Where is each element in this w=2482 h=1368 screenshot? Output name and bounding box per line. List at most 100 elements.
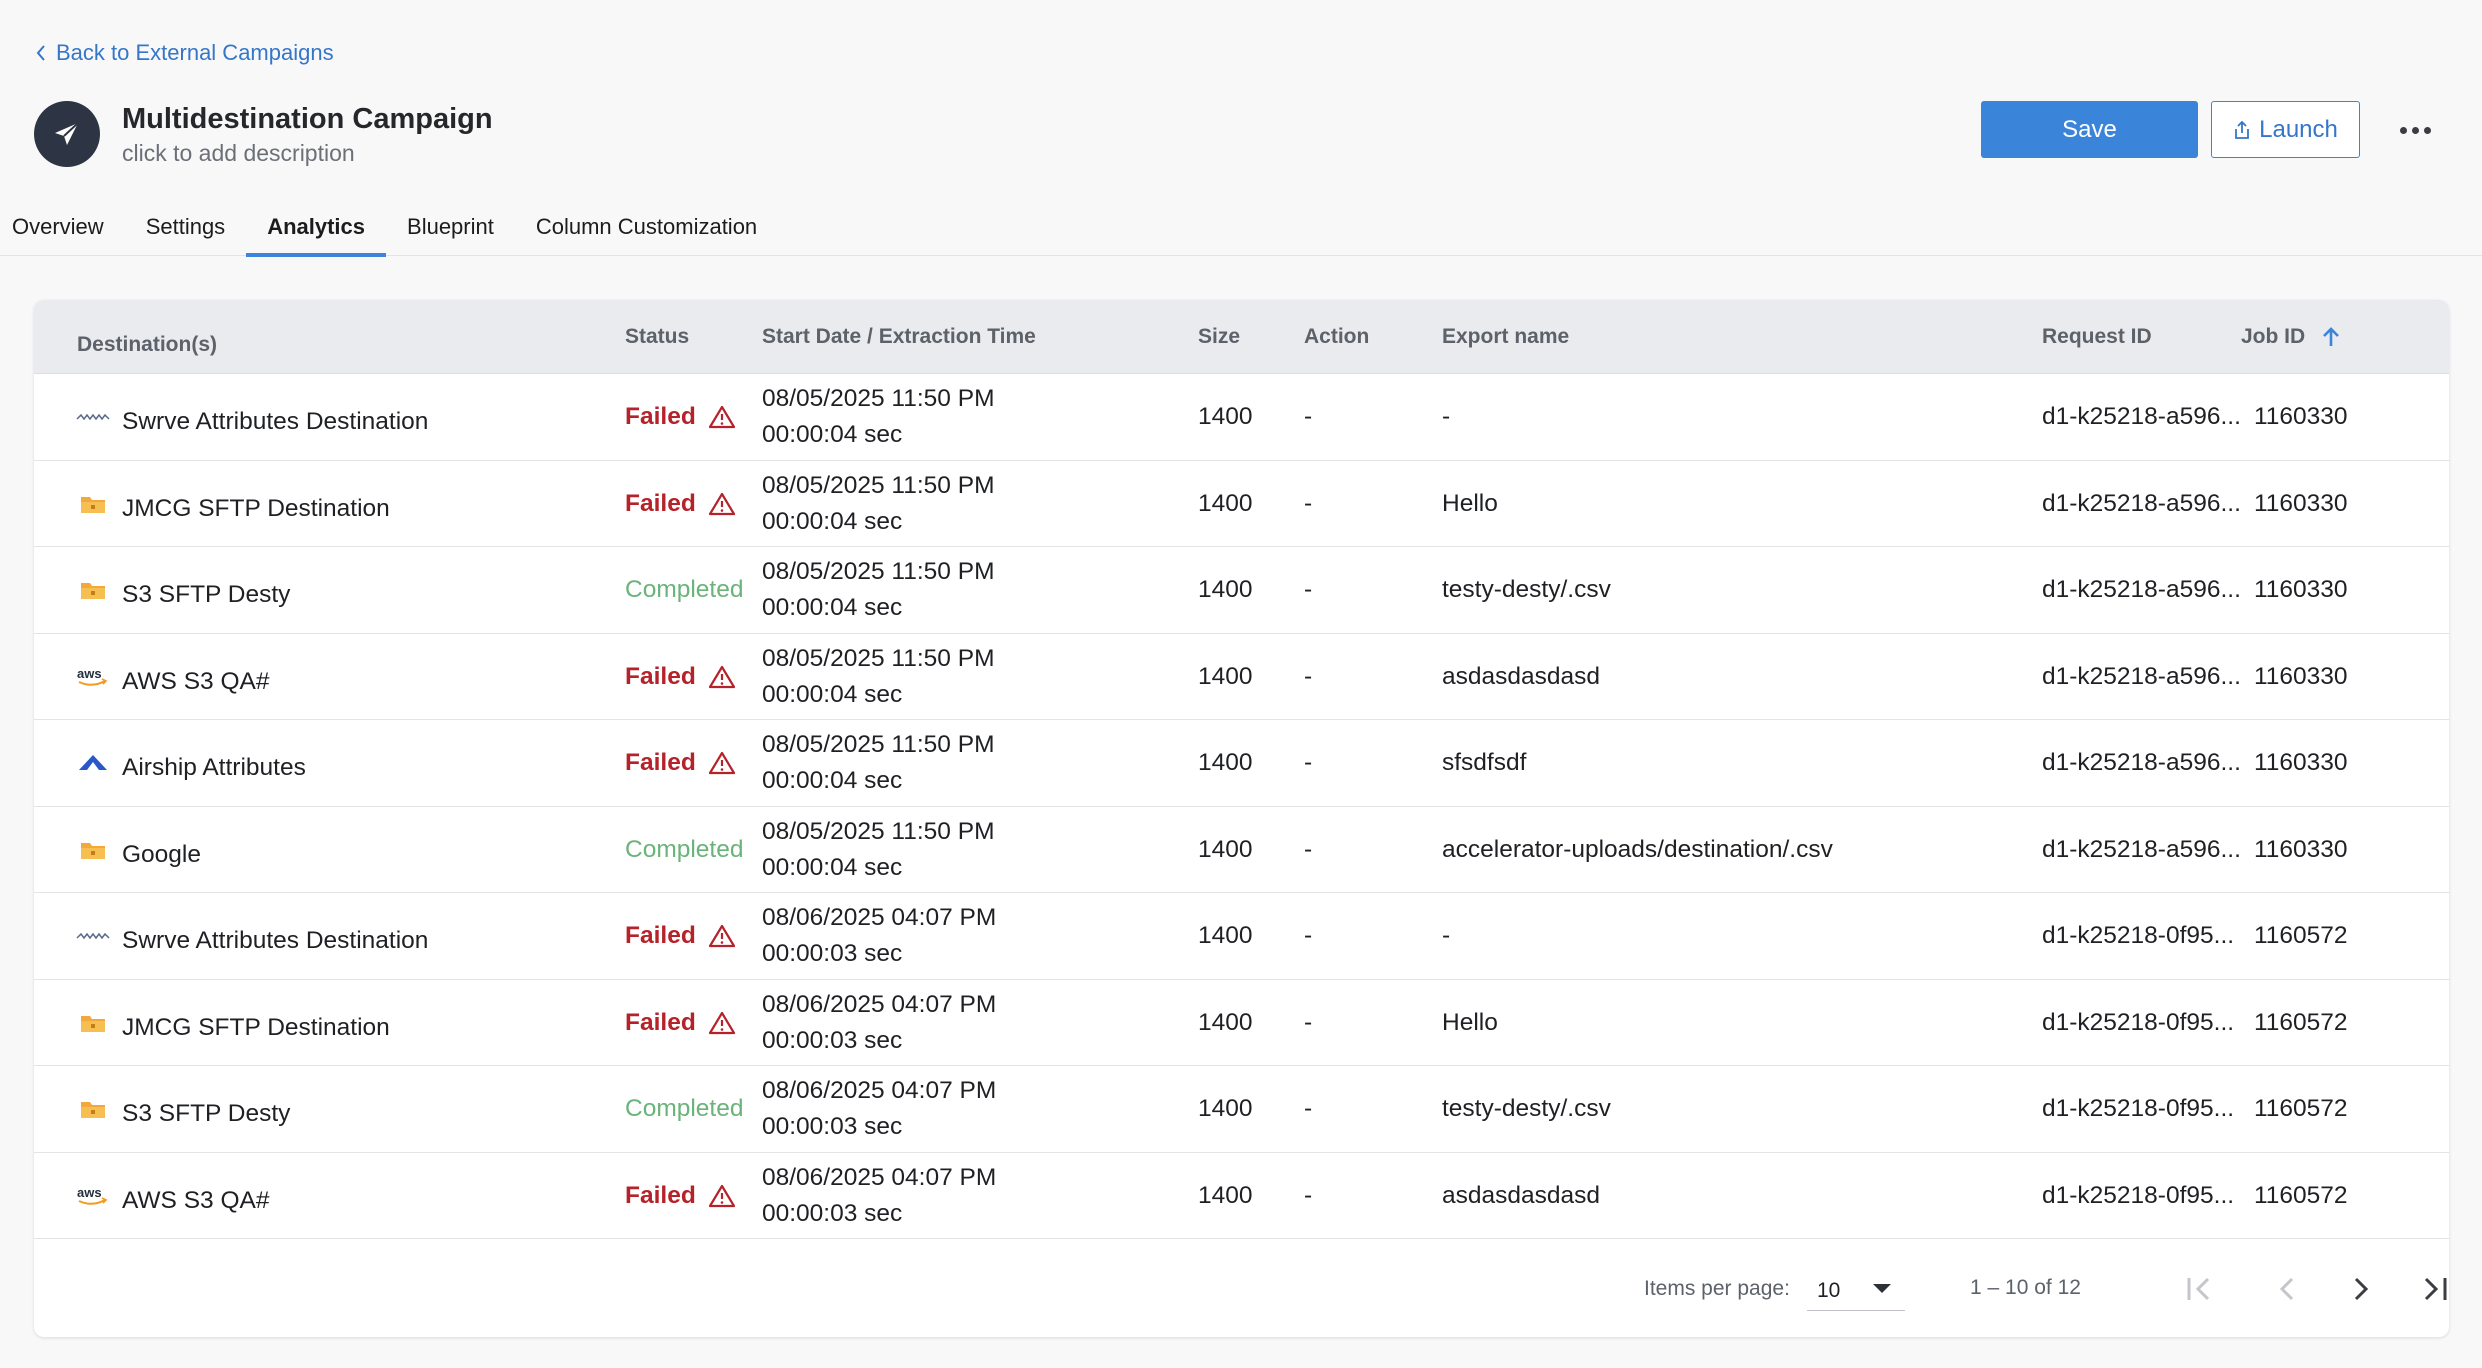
table-row[interactable]: aws AWS S3 QA# Failed 08/05/2025 11:50 PM 00…	[34, 633, 2449, 720]
tab-blueprint[interactable]: Blueprint	[386, 196, 515, 256]
next-page-icon[interactable]	[2340, 1269, 2380, 1309]
analytics-table: Destination(s) Status Start Date / Extra…	[34, 300, 2449, 1337]
export-name-cell: asdasdasdasd	[1442, 1181, 1601, 1209]
destination-name: Swrve Attributes Destination	[122, 927, 429, 954]
warning-icon	[708, 405, 735, 429]
extraction-time: 00:00:03 sec	[762, 940, 903, 967]
job-id-cell: 1160330	[2254, 749, 2348, 776]
warning-icon	[708, 492, 735, 515]
extraction-time: 00:00:04 sec	[762, 421, 903, 448]
request-id-cell: d1-k25218-0f95...	[2042, 1181, 2235, 1209]
extraction-time: 00:00:03 sec	[762, 1026, 903, 1054]
size-cell: 1400	[1198, 403, 1253, 430]
column-header-request-id[interactable]: Request ID	[2042, 300, 2152, 374]
export-name-cell: Hello	[1442, 1008, 1498, 1036]
column-header-export-name[interactable]: Export name	[1442, 300, 1569, 374]
export-name-cell: testy-desty/.csv	[1442, 1095, 1611, 1122]
column-header-size[interactable]: Size	[1198, 300, 1240, 374]
job-id-cell: 1160330	[2254, 576, 2348, 603]
destination-cell: Airship Attributes	[76, 720, 306, 806]
last-page-icon[interactable]	[2414, 1269, 2449, 1309]
status-badge: Failed	[625, 662, 696, 690]
items-per-page-select[interactable]: 10	[1807, 1261, 1905, 1311]
destination-name: S3 SFTP Desty	[122, 581, 291, 608]
destination-name: JMCG SFTP Destination	[122, 494, 390, 522]
action-cell: -	[1304, 1181, 1313, 1209]
table-row[interactable]: aws AWS S3 QA# Failed 08/06/2025 04:07 PM 00…	[34, 1152, 2449, 1239]
destination-name: AWS S3 QA#	[122, 1186, 270, 1214]
size-cell: 1400	[1198, 835, 1253, 863]
start-date-cell: 08/05/2025 11:50 PM 00:00:04 sec	[762, 547, 994, 633]
folder-icon	[76, 839, 110, 861]
action-cell: -	[1304, 749, 1313, 776]
tab-column-customization[interactable]: Column Customization	[515, 196, 778, 256]
start-date: 08/06/2025 04:07 PM	[762, 1077, 997, 1104]
start-date: 08/05/2025 11:50 PM	[762, 385, 995, 412]
request-id-cell: d1-k25218-0f95...	[2042, 922, 2235, 949]
table-row[interactable]: Airship Attributes Failed 08/05/2025 11:50…	[34, 720, 2449, 807]
start-date-cell: 08/06/2025 04:07 PM 00:00:03 sec	[762, 980, 996, 1066]
request-id-cell: d1-k25218-0f95...	[2042, 1008, 2235, 1036]
sort-ascending-icon	[2323, 327, 2339, 347]
table-row[interactable]: Swrve Attributes Destination Failed 08/06/…	[34, 893, 2449, 980]
table-row[interactable]: Google Completed 08/05/2025 11:50 PM 00:00:…	[34, 806, 2449, 893]
status-badge: Failed	[625, 749, 696, 776]
more-options-icon[interactable]	[2390, 112, 2440, 148]
page-range-label: 1 – 10 of 12	[1970, 1276, 2081, 1299]
tab-analytics[interactable]: Analytics	[246, 196, 386, 257]
export-name-cell: testy-desty/.csv	[1442, 576, 1611, 603]
table-row[interactable]: JMCG SFTP Destination Failed 08/05/2025 11…	[34, 460, 2449, 547]
request-id-cell: d1-k25218-a596...	[2042, 489, 2241, 517]
table-row[interactable]: S3 SFTP Desty Completed 08/06/2025 04:07 P…	[34, 1066, 2449, 1153]
job-id-cell: 1160330	[2254, 662, 2348, 690]
airship-logo-icon	[76, 752, 110, 774]
destination-cell: aws AWS S3 QA#	[76, 1153, 270, 1239]
folder-icon	[76, 579, 110, 601]
job-id-cell: 1160572	[2254, 922, 2348, 949]
destination-cell: Swrve Attributes Destination	[76, 893, 428, 979]
first-page-icon[interactable]	[2180, 1269, 2220, 1309]
extraction-time: 00:00:04 sec	[762, 507, 903, 535]
column-header-action[interactable]: Action	[1304, 300, 1369, 374]
destination-cell: Google	[76, 807, 201, 893]
table-row[interactable]: JMCG SFTP Destination Failed 08/06/2025 04…	[34, 979, 2449, 1066]
destination-name: AWS S3 QA#	[122, 667, 270, 695]
folder-icon	[76, 1012, 110, 1034]
column-header-status[interactable]: Status	[625, 300, 689, 374]
request-id-cell: d1-k25218-a596...	[2042, 835, 2241, 863]
status-cell: Completed	[625, 807, 743, 893]
table-row[interactable]: S3 SFTP Desty Completed 08/05/2025 11:50 P…	[34, 547, 2449, 634]
action-cell: -	[1304, 835, 1313, 863]
previous-page-icon[interactable]	[2268, 1269, 2308, 1309]
extraction-time: 00:00:03 sec	[762, 1113, 903, 1140]
size-cell: 1400	[1198, 489, 1253, 517]
column-header-job-id[interactable]: Job ID	[2241, 300, 2341, 374]
start-date: 08/06/2025 04:07 PM	[762, 904, 997, 931]
request-id-cell: d1-k25218-a596...	[2042, 576, 2241, 603]
column-header-start-date[interactable]: Start Date / Extraction Time	[762, 300, 1036, 374]
column-header-destination[interactable]: Destination(s)	[77, 308, 217, 382]
launch-button[interactable]: Launch	[2211, 101, 2360, 158]
tab-settings[interactable]: Settings	[125, 196, 247, 256]
svg-text:aws: aws	[77, 666, 102, 681]
description-field[interactable]: click to add description	[122, 138, 493, 168]
extraction-time: 00:00:04 sec	[762, 767, 903, 794]
back-link[interactable]: Back to External Campaigns	[34, 40, 334, 66]
warning-icon	[708, 751, 735, 775]
start-date: 08/06/2025 04:07 PM	[762, 1163, 997, 1191]
extraction-time: 00:00:04 sec	[762, 853, 903, 881]
status-badge: Failed	[625, 922, 696, 949]
status-badge: Failed	[625, 403, 696, 430]
items-per-page-label: Items per page:	[1644, 1277, 1790, 1300]
tab-overview[interactable]: Overview	[0, 196, 125, 256]
table-row[interactable]: Swrve Attributes Destination Failed 08/05/…	[34, 374, 2449, 461]
export-name-cell: sfsdfsdf	[1442, 749, 1527, 776]
save-button[interactable]: Save	[1981, 101, 2198, 158]
destination-name: S3 SFTP Desty	[122, 1100, 291, 1127]
export-name-cell: asdasdasdasd	[1442, 662, 1601, 690]
start-date-cell: 08/06/2025 04:07 PM 00:00:03 sec	[762, 893, 996, 979]
destination-cell: S3 SFTP Desty	[76, 547, 290, 633]
back-link-label: Back to External Campaigns	[56, 40, 334, 65]
status-cell: Failed	[625, 634, 736, 720]
extraction-time: 00:00:04 sec	[762, 594, 903, 621]
